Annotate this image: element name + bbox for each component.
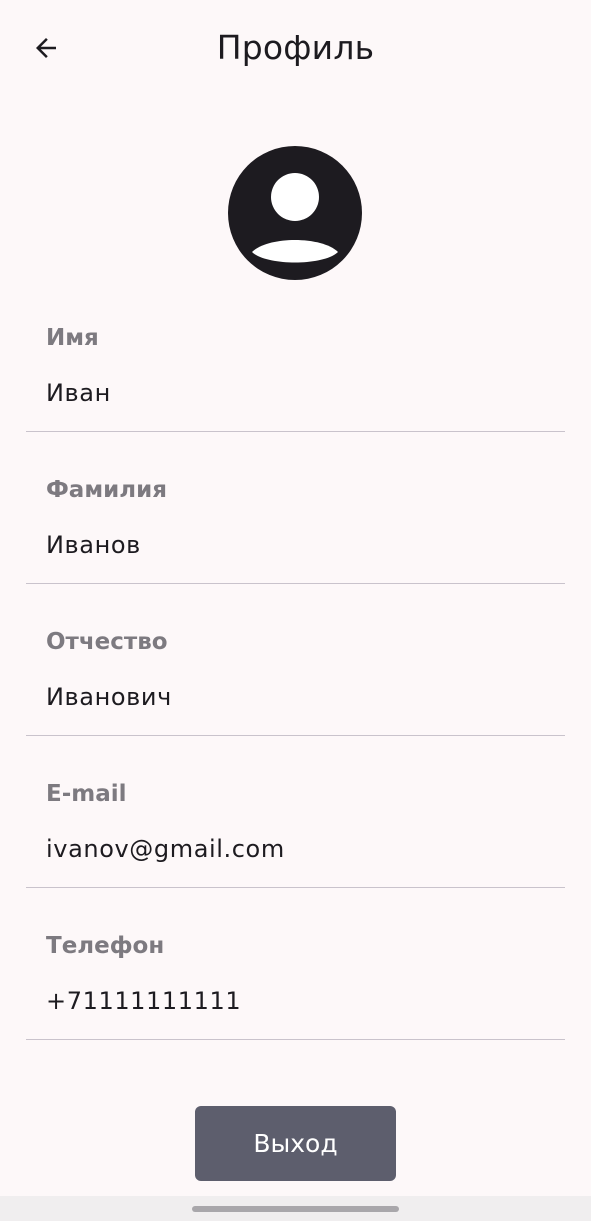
profile-screen: Профиль Имя Иван Фамилия Иванов Отчество bbox=[0, 0, 591, 1221]
gesture-handle[interactable] bbox=[192, 1206, 399, 1212]
field-email: E-mail ivanov@gmail.com bbox=[26, 736, 565, 888]
first-name-input[interactable]: Иван bbox=[46, 379, 546, 407]
phone-input[interactable]: +71111111111 bbox=[46, 987, 546, 1015]
field-label: Телефон bbox=[46, 933, 165, 959]
field-label: Фамилия bbox=[46, 477, 167, 503]
field-last-name: Фамилия Иванов bbox=[26, 432, 565, 584]
field-label: Имя bbox=[46, 325, 99, 351]
field-phone: Телефон +71111111111 bbox=[26, 888, 565, 1040]
patronymic-input[interactable]: Иванович bbox=[46, 683, 546, 711]
field-patronymic: Отчество Иванович bbox=[26, 584, 565, 736]
avatar bbox=[228, 146, 362, 280]
field-label: E-mail bbox=[46, 781, 127, 807]
field-label: Отчество bbox=[46, 629, 168, 655]
last-name-input[interactable]: Иванов bbox=[46, 531, 546, 559]
field-first-name: Имя Иван bbox=[26, 300, 565, 432]
page-title: Профиль bbox=[216, 28, 375, 67]
system-nav-bar bbox=[0, 1196, 591, 1221]
app-bar: Профиль bbox=[0, 0, 591, 100]
account-circle-icon bbox=[228, 146, 362, 280]
logout-button[interactable]: Выход bbox=[195, 1106, 396, 1181]
profile-fields: Имя Иван Фамилия Иванов Отчество Иванови… bbox=[26, 300, 565, 1040]
email-input[interactable]: ivanov@gmail.com bbox=[46, 835, 546, 863]
